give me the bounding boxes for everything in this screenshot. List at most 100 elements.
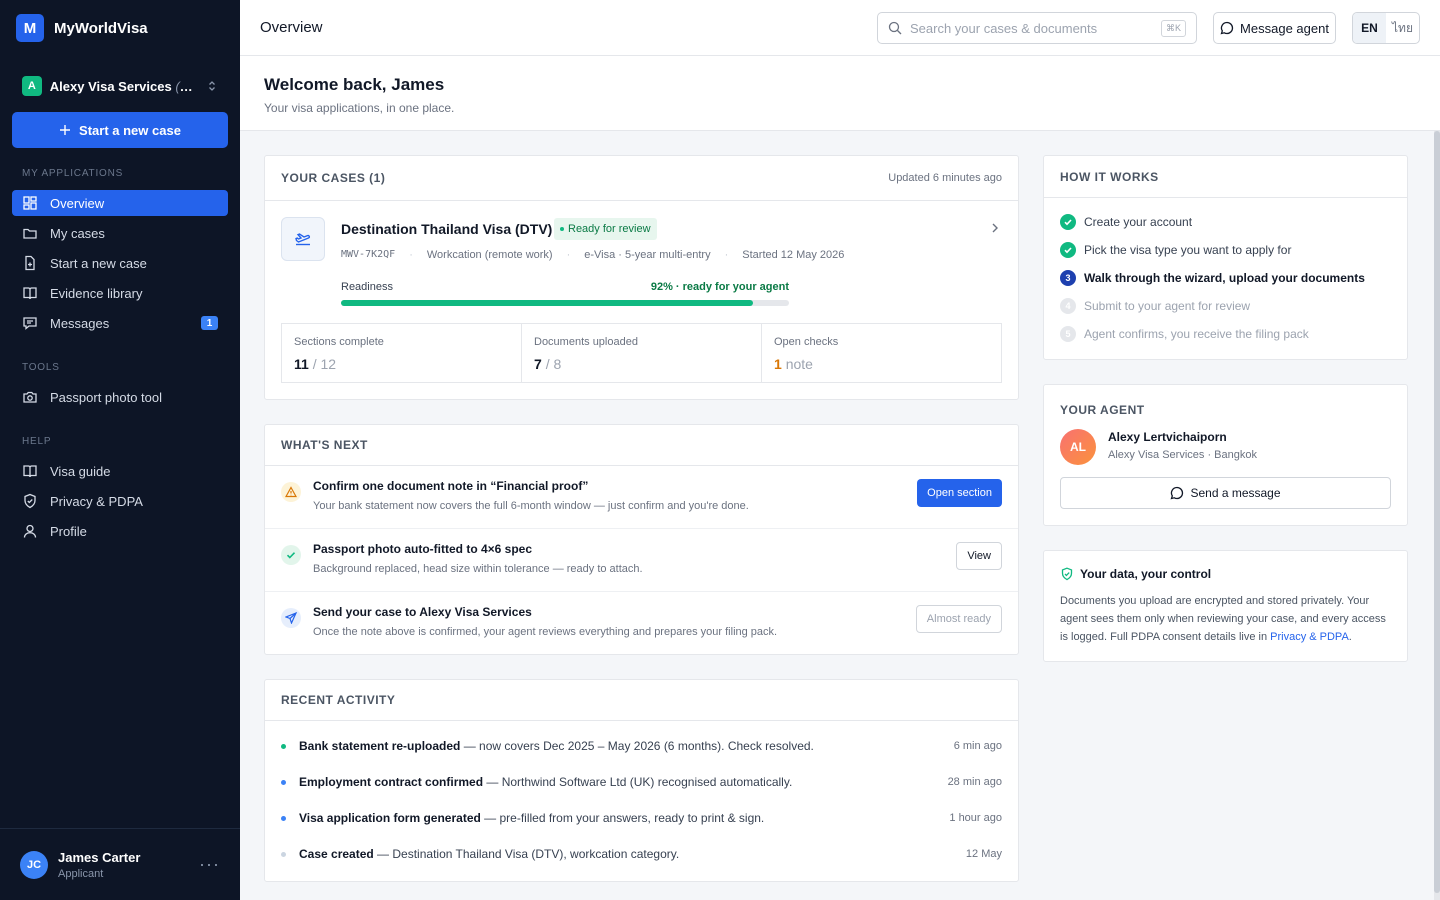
search-icon bbox=[888, 21, 902, 35]
stat-label: Sections complete bbox=[294, 336, 384, 348]
readiness-progress-fill bbox=[341, 300, 754, 306]
camera-icon bbox=[22, 389, 38, 405]
chevron-right-icon[interactable] bbox=[988, 221, 1002, 235]
case-id: MWV-7K2QF bbox=[341, 249, 396, 260]
search-shortcut: ⌘K bbox=[1160, 19, 1186, 37]
status-badge: Ready for review bbox=[554, 218, 657, 240]
lang-en-button[interactable]: EN bbox=[1353, 13, 1386, 43]
sidebar-item-label: Profile bbox=[50, 523, 87, 539]
agent-title: YOUR AGENT bbox=[1060, 403, 1145, 417]
sidebar-item-visa-guide[interactable]: Visa guide bbox=[12, 458, 228, 484]
workspace-name: Alexy Visa Services (your agent) bbox=[50, 79, 198, 94]
case-stats: Sections complete 11 / 12 Documents uplo… bbox=[281, 323, 1002, 383]
message-icon bbox=[1170, 486, 1184, 500]
activity-text: Bank statement re-uploaded — now covers … bbox=[299, 739, 814, 753]
sidebar: M MyWorldVisa A Alexy Visa Services (you… bbox=[0, 0, 240, 900]
stat-total: / 8 bbox=[545, 356, 562, 372]
stat-value: 1 note bbox=[774, 356, 989, 372]
almost-ready-button[interactable]: Almost ready bbox=[915, 605, 1002, 633]
message-agent-button[interactable]: Message agent bbox=[1213, 12, 1336, 44]
user-account[interactable]: JC James Carter Applicant ··· bbox=[0, 828, 240, 900]
scrollbar[interactable] bbox=[1434, 131, 1440, 900]
step-number: 4 bbox=[1060, 298, 1076, 314]
how-it-works-title: HOW IT WORKS bbox=[1060, 169, 1159, 184]
check-circle-icon bbox=[1060, 214, 1076, 230]
privacy-pdpa-link[interactable]: Privacy & PDPA bbox=[1270, 631, 1349, 643]
case-name[interactable]: Destination Thailand Visa (DTV) bbox=[341, 221, 552, 237]
whats-next-card: WHAT'S NEXT Confirm one document note in… bbox=[264, 424, 1019, 655]
sidebar-item-overview[interactable]: Overview bbox=[12, 190, 228, 216]
activity-detail: — Northwind Software Ltd (UK) recognised… bbox=[483, 775, 793, 789]
view-button[interactable]: View bbox=[956, 542, 1002, 570]
cases-header: YOUR CASES (1) Updated 6 minutes ago bbox=[265, 156, 1018, 201]
privacy-body: Documents you upload are encrypted and s… bbox=[1060, 592, 1393, 646]
step-label: Walk through the wizard, upload your doc… bbox=[1084, 271, 1365, 285]
workspace-suffix: (your agent) bbox=[175, 78, 198, 94]
book-icon bbox=[22, 285, 38, 301]
workspace-switcher[interactable]: A Alexy Visa Services (your agent) bbox=[12, 72, 228, 100]
case-type: e-Visa · 5-year multi-entry bbox=[584, 249, 711, 261]
recent-activity-card: RECENT ACTIVITY Bank statement re-upload… bbox=[264, 679, 1019, 882]
activity-detail: — now covers Dec 2025 – May 2026 (6 mont… bbox=[460, 739, 814, 753]
sidebar-item-passport-photo-tool[interactable]: Passport photo tool bbox=[12, 384, 228, 410]
activity-item: Case created — Destination Thailand Visa… bbox=[281, 844, 1002, 864]
sidebar-item-start-new-case[interactable]: Start a new case bbox=[12, 250, 228, 276]
search-box[interactable]: ⌘K bbox=[877, 12, 1197, 44]
step-label: Create your account bbox=[1084, 215, 1193, 229]
activity-title: RECENT ACTIVITY bbox=[281, 693, 396, 707]
shield-check-icon bbox=[1060, 567, 1074, 581]
privacy-title-text: Your data, your control bbox=[1080, 567, 1212, 581]
sidebar-item-evidence-library[interactable]: Evidence library bbox=[12, 280, 228, 306]
open-section-button[interactable]: Open section bbox=[917, 479, 1002, 507]
stat-label: Documents uploaded bbox=[534, 336, 638, 348]
activity-header: RECENT ACTIVITY bbox=[265, 680, 1018, 721]
next-item: Passport photo auto-fitted to 4×6 spec B… bbox=[265, 529, 1018, 592]
plus-icon bbox=[59, 124, 71, 136]
next-item: Confirm one document note in “Financial … bbox=[265, 466, 1018, 529]
check-circle-icon bbox=[1060, 242, 1076, 258]
cases-title: YOUR CASES (1) bbox=[281, 171, 386, 185]
step-item: Pick the visa type you want to apply for bbox=[1060, 242, 1291, 258]
privacy-title: Your data, your control bbox=[1060, 567, 1211, 581]
activity-dot bbox=[281, 743, 286, 749]
activity-item: Visa application form generated — pre-fi… bbox=[281, 808, 1002, 828]
scrollbar-thumb[interactable] bbox=[1434, 131, 1440, 893]
next-item-description: Your bank statement now covers the full … bbox=[313, 500, 749, 512]
case-started: Started 12 May 2026 bbox=[742, 249, 845, 261]
how-it-works-header: HOW IT WORKS bbox=[1044, 156, 1407, 198]
sidebar-item-my-cases[interactable]: My cases bbox=[12, 220, 228, 246]
activity-time: 1 hour ago bbox=[949, 812, 1002, 824]
readiness-value: 92% · ready for your agent bbox=[650, 281, 789, 293]
activity-time: 12 May bbox=[965, 848, 1002, 860]
agent-card: YOUR AGENT AL Alexy Lertvichaiporn Alexy… bbox=[1043, 384, 1408, 526]
grid-icon bbox=[22, 195, 38, 211]
more-options-icon[interactable]: ··· bbox=[199, 854, 220, 875]
brand-logo: M bbox=[16, 14, 44, 42]
welcome-subtitle: Your visa applications, in one place. bbox=[264, 101, 455, 115]
activity-dot bbox=[281, 851, 286, 857]
activity-detail: — pre-filled from your answers, ready to… bbox=[480, 811, 765, 825]
send-message-button[interactable]: Send a message bbox=[1060, 477, 1391, 509]
sidebar-item-label: Overview bbox=[50, 195, 105, 211]
sidebar-item-privacy-pdpa[interactable]: Privacy & PDPA bbox=[12, 488, 228, 514]
avatar: JC bbox=[20, 850, 48, 879]
top-bar: Overview ⌘K Message agent EN ไทย bbox=[240, 0, 1440, 56]
step-number: 5 bbox=[1060, 326, 1076, 342]
search-input[interactable] bbox=[910, 20, 1153, 36]
check-icon bbox=[281, 545, 301, 565]
page-title: Overview bbox=[260, 19, 323, 36]
stat-number: 7 bbox=[534, 356, 542, 372]
stat-total: note bbox=[785, 356, 813, 372]
sidebar-item-label: Evidence library bbox=[50, 285, 143, 301]
section-help: HELP bbox=[22, 436, 52, 447]
messages-count-badge: 1 bbox=[201, 316, 218, 330]
brand[interactable]: M MyWorldVisa bbox=[0, 0, 240, 56]
sidebar-item-profile[interactable]: Profile bbox=[12, 518, 228, 544]
plane-icon bbox=[281, 217, 325, 261]
case-row[interactable]: Destination Thailand Visa (DTV) Ready fo… bbox=[265, 201, 1018, 323]
sidebar-item-messages[interactable]: Messages 1 bbox=[12, 310, 228, 336]
lang-th-button[interactable]: ไทย bbox=[1386, 13, 1419, 43]
file-plus-icon bbox=[22, 255, 38, 271]
start-new-case-button[interactable]: Start a new case bbox=[12, 112, 228, 148]
agent-name: Alexy Lertvichaiporn bbox=[1108, 430, 1227, 444]
